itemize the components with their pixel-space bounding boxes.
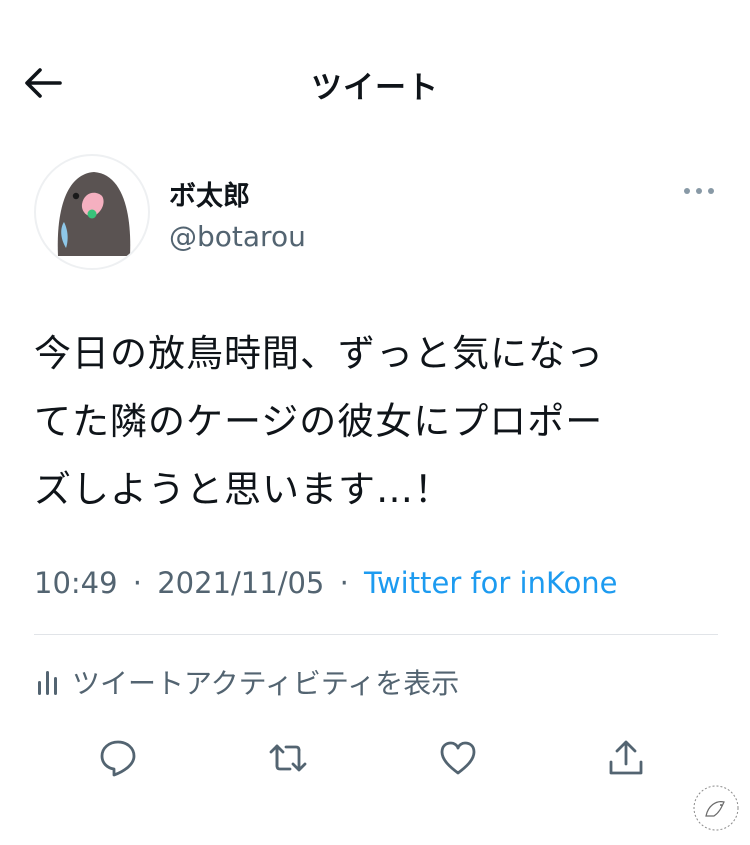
page-title: ツイート xyxy=(311,70,439,106)
activity-label: ツイートアクティビティを表示 xyxy=(72,667,460,700)
tweet-source-link[interactable]: Twitter for inKone xyxy=(364,566,617,600)
more-options-icon[interactable] xyxy=(682,182,716,200)
tweet-time: 10:49 xyxy=(34,566,118,600)
reply-icon[interactable] xyxy=(98,738,138,778)
separator: · xyxy=(132,566,143,600)
separator: · xyxy=(339,566,349,600)
share-icon[interactable] xyxy=(606,738,646,778)
display-name[interactable]: ボ太郎 xyxy=(169,174,250,213)
user-handle[interactable]: @botarou xyxy=(169,220,306,253)
avatar[interactable] xyxy=(34,154,150,270)
view-activity-link[interactable]: ツイートアクティビティを表示 xyxy=(36,664,459,700)
watermark-stamp xyxy=(693,785,739,831)
tweet-text: 今日の放鳥時間、ずっと気になっ てた隣のケージの彼女にプロポー ズしようと思いま… xyxy=(34,332,604,511)
divider xyxy=(34,634,718,635)
tweet-date: 2021/11/05 xyxy=(157,566,325,600)
bar-chart-icon xyxy=(38,671,57,695)
bird-avatar-icon xyxy=(57,172,131,256)
tweet-meta: 10:49 · 2021/11/05 · Twitter for inKone xyxy=(34,566,618,600)
retweet-icon[interactable] xyxy=(268,738,308,778)
like-heart-icon[interactable] xyxy=(438,738,478,778)
